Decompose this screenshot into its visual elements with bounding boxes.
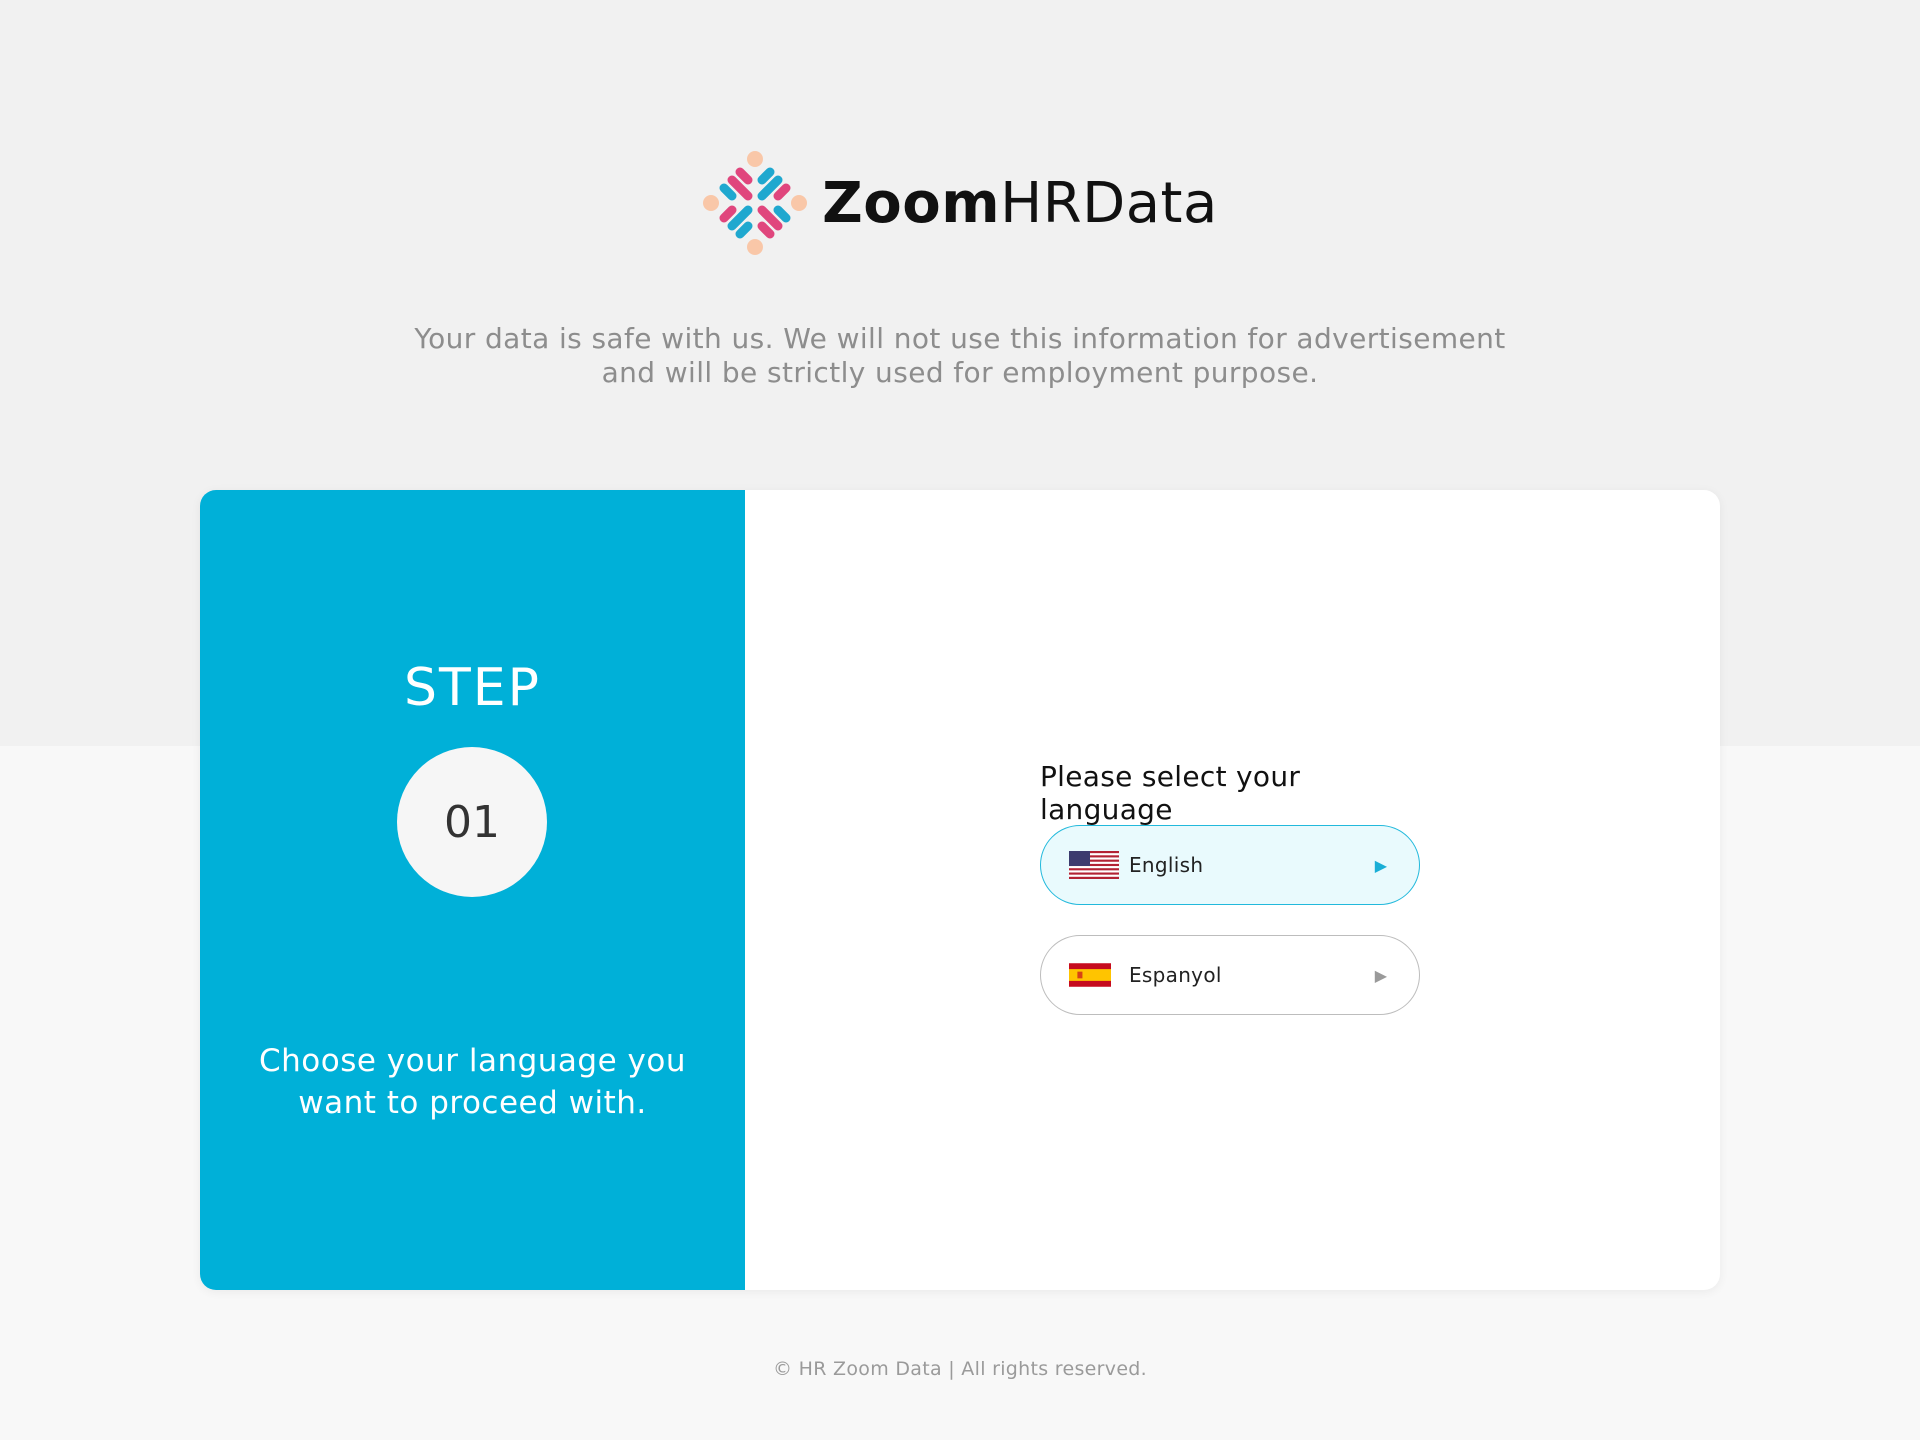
language-panel: Please select your language English ▶ Es…	[745, 490, 1720, 1290]
step-description-line-1: Choose your language you	[258, 1043, 686, 1079]
people-circle-logo-icon	[703, 151, 808, 255]
step-label: STEP	[404, 658, 541, 718]
us-flag-icon	[1069, 851, 1119, 879]
privacy-tagline: Your data is safe with us. We will not u…	[360, 322, 1560, 390]
tagline-line-2: and will be strictly used for employment…	[601, 356, 1319, 389]
language-card: STEP 01 Choose your language you want to…	[200, 490, 1720, 1290]
brand-name-bold: Zoom	[822, 170, 1001, 236]
spanish-label: Espanyol	[1129, 963, 1222, 987]
english-label: English	[1129, 853, 1204, 877]
step-number-badge: 01	[397, 747, 547, 897]
play-arrow-icon: ▶	[1374, 965, 1387, 985]
english-language-button[interactable]: English ▶	[1040, 825, 1420, 905]
brand-name-regular: HRData	[1000, 170, 1218, 236]
play-arrow-icon: ▶	[1374, 855, 1387, 875]
step-description-line-2: want to proceed with.	[298, 1085, 647, 1121]
step-panel: STEP 01 Choose your language you want to…	[200, 490, 745, 1290]
tagline-line-1: Your data is safe with us. We will not u…	[414, 322, 1506, 355]
spain-flag-icon	[1069, 963, 1111, 987]
brand-header: ZoomHRData	[0, 150, 1920, 256]
brand-name: ZoomHRData	[822, 171, 1218, 236]
footer-copyright: © HR Zoom Data | All rights reserved.	[772, 1358, 1148, 1380]
step-description: Choose your language you want to proceed…	[240, 1040, 705, 1124]
language-title: Please select your language	[1040, 760, 1301, 826]
spanish-language-button[interactable]: Espanyol ▶	[1040, 935, 1420, 1015]
